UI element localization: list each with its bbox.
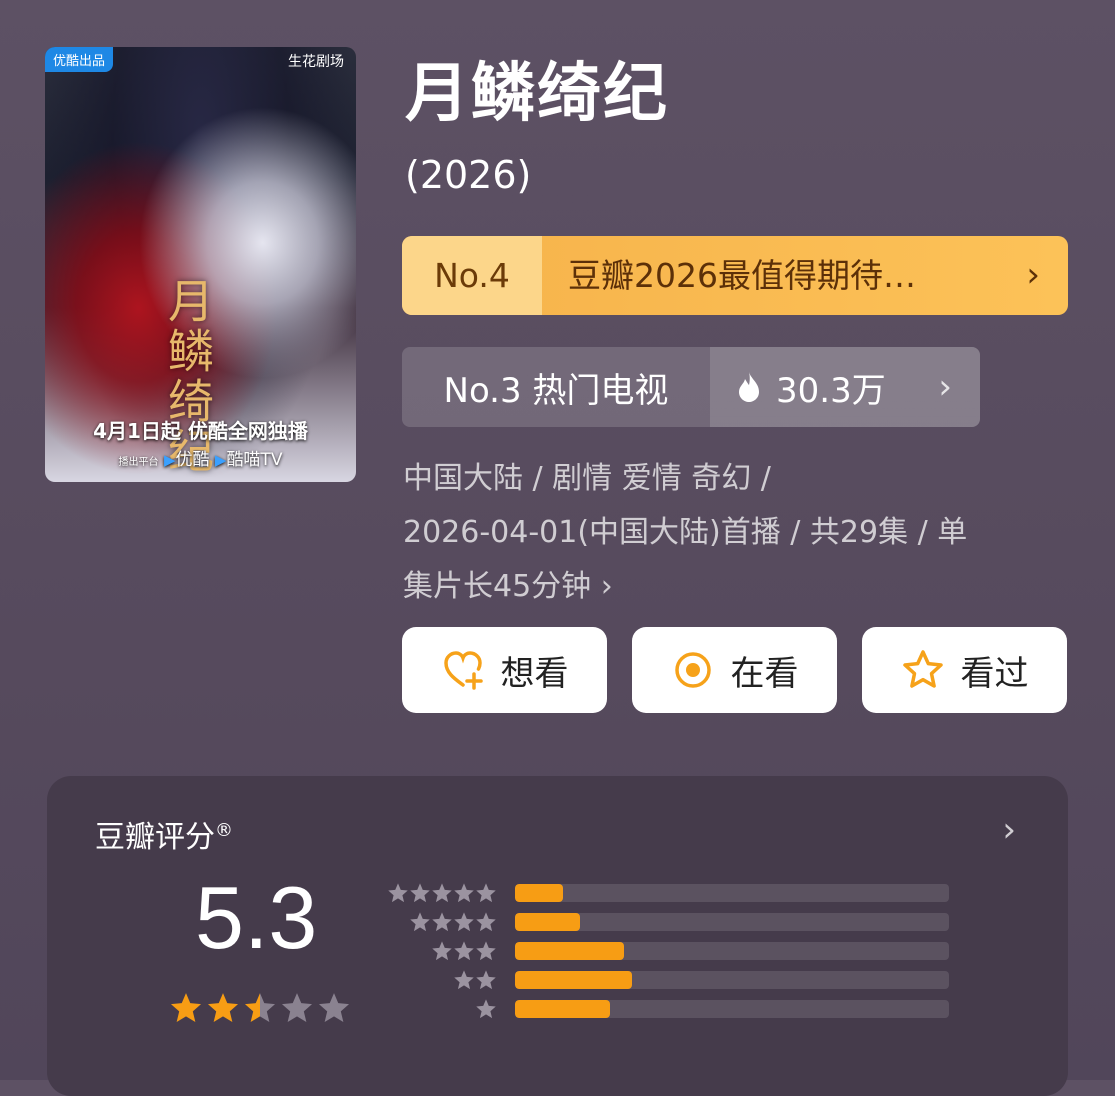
star-icon <box>432 940 452 960</box>
rating-row-2-star <box>387 965 949 994</box>
row-stars <box>387 911 497 933</box>
metadata-line: 集片长45分钟 › <box>403 569 613 604</box>
star-icon <box>281 993 313 1023</box>
kumiao-logo-icon: ▶ <box>214 451 227 469</box>
metadata-line: 中国大陆 / 剧情 爱情 奇幻 / <box>403 461 771 496</box>
watching-button[interactable]: 在看 <box>632 627 837 713</box>
star-icon <box>432 911 452 931</box>
rating-score: 5.3 <box>195 868 318 967</box>
poster-release-text: 4月1日起 优酷全网独播 <box>93 419 308 443</box>
star-icon <box>318 993 350 1023</box>
chevron-right-icon: › <box>1026 255 1040 295</box>
watched-button[interactable]: 看过 <box>862 627 1067 713</box>
star-icon <box>410 911 430 931</box>
want-to-watch-label: 想看 <box>500 653 569 694</box>
rating-bar-track <box>515 970 949 989</box>
star-icon <box>432 882 452 902</box>
rating-row-1-star <box>387 994 949 1023</box>
poster-image[interactable]: 优酷出品 生花剧场 月鳞绮纪 4月1日起 优酷全网独播 播出平台 ▶优酷 ▶酷喵… <box>45 47 356 482</box>
poster-studio-logo: 生花剧场 <box>288 54 344 70</box>
target-icon <box>674 652 711 688</box>
want-to-watch-button[interactable]: 想看 <box>402 627 607 713</box>
rating-card[interactable]: 豆瓣评分® › 5.3 <box>47 776 1068 1096</box>
star-icon <box>476 940 496 960</box>
poster-platform-label: 播出平台 <box>118 457 159 468</box>
poster-platform-1: 优酷 <box>175 450 210 470</box>
watching-label: 在看 <box>730 653 799 694</box>
rating-row-4-star <box>387 907 949 936</box>
poster-platform-2: 酷喵TV <box>226 450 283 470</box>
chevron-right-icon: › <box>938 367 952 407</box>
metadata-info[interactable]: 中国大陆 / 剧情 爱情 奇幻 / 2026-04-01(中国大陆)首播 / 共… <box>403 452 1053 614</box>
rating-label: 豆瓣评分® <box>95 812 233 856</box>
ranking-banner[interactable]: No.4 豆瓣2026最值得期待… › <box>402 236 1068 315</box>
rating-bar-fill <box>515 941 624 960</box>
ranking-number: No.4 <box>402 236 542 315</box>
star-outline-icon <box>902 650 943 688</box>
star-icon <box>454 969 474 989</box>
rating-stars <box>169 991 351 1025</box>
rating-bar-fill <box>515 970 633 989</box>
watched-label: 看过 <box>960 653 1029 694</box>
chevron-right-icon[interactable]: › <box>1002 810 1016 850</box>
star-icon <box>207 993 239 1023</box>
rating-bar-track <box>515 999 949 1018</box>
row-stars <box>387 882 497 904</box>
star-icon <box>170 993 202 1023</box>
row-stars <box>387 969 497 991</box>
rating-bar-fill <box>515 999 611 1018</box>
hot-tv-banner[interactable]: No.3 热门电视 30.3万 › <box>402 347 980 427</box>
hot-count: 30.3万 › <box>710 347 980 427</box>
rating-distribution <box>387 878 949 1023</box>
rating-row-5-star <box>387 878 949 907</box>
rating-label-text: 豆瓣评分 <box>95 820 215 855</box>
hot-count-value: 30.3万 <box>776 370 886 411</box>
star-icon <box>476 998 496 1018</box>
hot-tv-label: No.3 热门电视 <box>443 370 669 411</box>
fire-icon <box>739 372 759 402</box>
page-title: 月鳞绮纪 <box>405 57 669 131</box>
rating-bar-track <box>515 912 949 931</box>
youku-logo-icon: ▶ <box>163 451 176 469</box>
rating-bar-track <box>515 941 949 960</box>
star-icon <box>388 882 408 902</box>
row-stars <box>387 940 497 962</box>
rating-bar-fill <box>515 912 581 931</box>
star-icon <box>454 882 474 902</box>
star-icon <box>476 882 496 902</box>
release-year: (2026) <box>405 153 532 197</box>
ranking-text: 豆瓣2026最值得期待… <box>568 256 916 295</box>
star-icon <box>410 882 430 902</box>
poster-badge: 优酷出品 <box>45 47 114 72</box>
metadata-line: 2026-04-01(中国大陆)首播 / 共29集 / 单 <box>403 515 968 550</box>
star-icon <box>476 911 496 931</box>
star-icon <box>454 911 474 931</box>
rating-bar-track <box>515 883 949 902</box>
row-stars <box>387 998 497 1020</box>
star-icon <box>454 940 474 960</box>
star-icon <box>244 993 276 1023</box>
rating-row-3-star <box>387 936 949 965</box>
star-icon <box>476 969 496 989</box>
heart-plus-icon <box>443 651 483 690</box>
poster-platforms: 播出平台 ▶优酷 ▶酷喵TV <box>45 445 356 470</box>
rating-bar-fill <box>515 883 563 902</box>
registered-mark: ® <box>215 820 233 841</box>
